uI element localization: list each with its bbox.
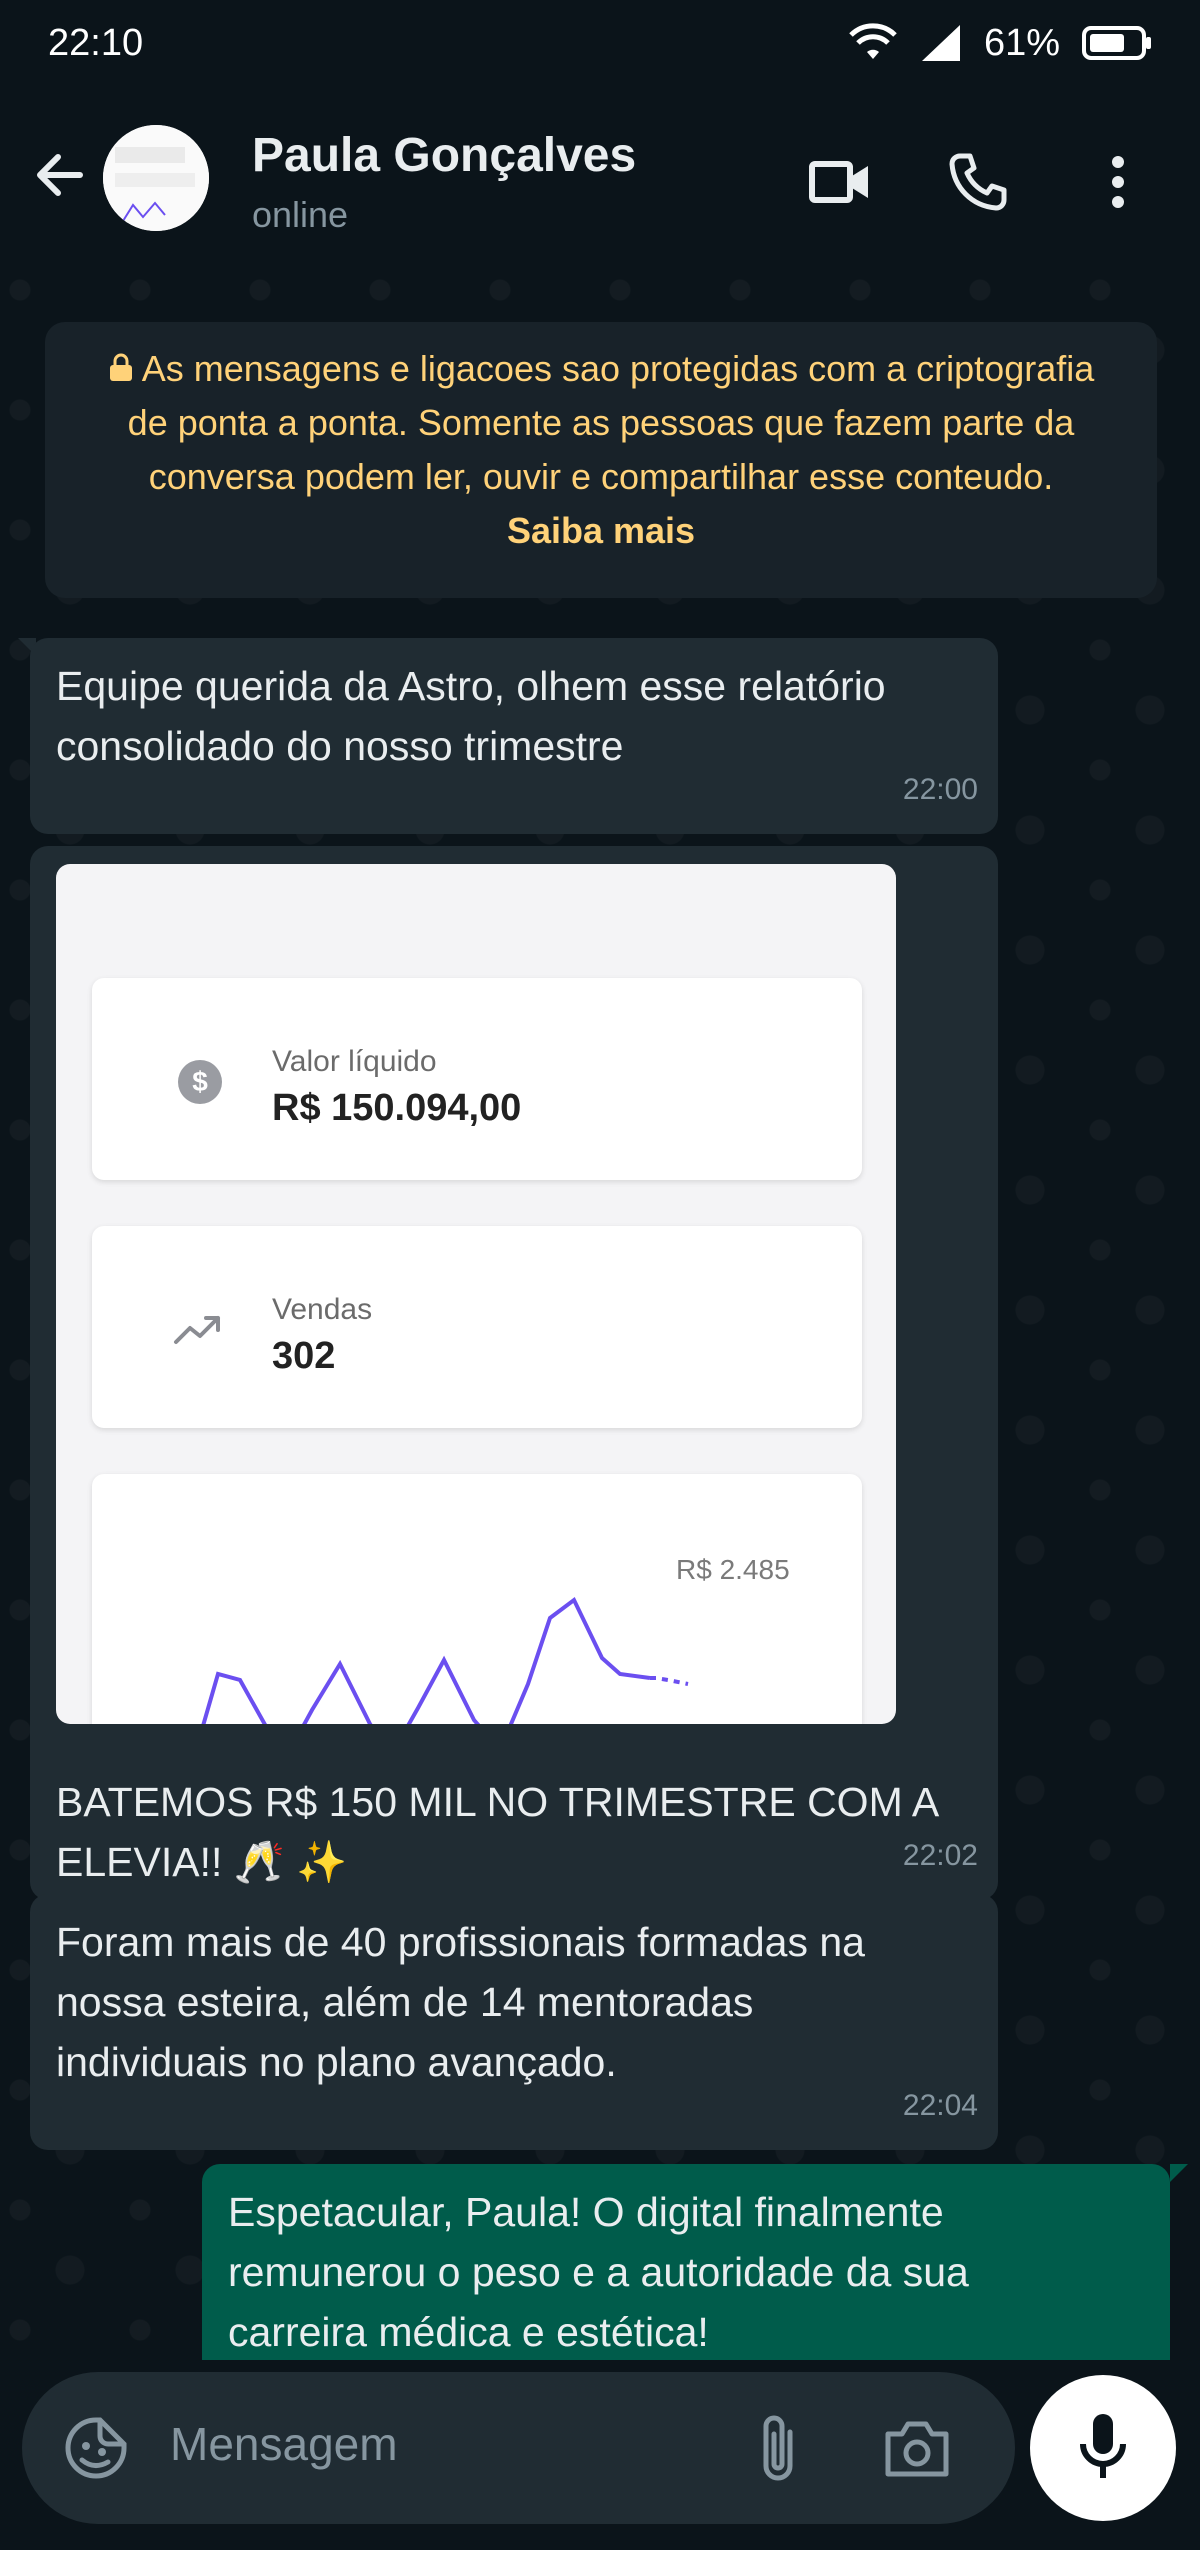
bubble-tail (1170, 2164, 1188, 2182)
battery-icon (1082, 26, 1151, 60)
message-time: 22:04 (902, 2089, 978, 2122)
incoming-image-message[interactable]: $ Valor líquido R$ 150.094,00 Vendas 302… (30, 846, 998, 1900)
sales-count: 302 (272, 1335, 336, 1377)
chat-header: Paula Gonçalves online (0, 90, 1200, 270)
dollar-icon: $ (178, 1060, 222, 1104)
chat-area[interactable]: As mensagens e ligacoes sao protegidas c… (0, 270, 1200, 2360)
lock-icon (109, 353, 132, 381)
sticker-icon[interactable] (62, 2414, 130, 2482)
message-text: Espetacular, Paula! O digital finalmente… (228, 2189, 969, 2355)
status-time: 22:10 (48, 22, 144, 64)
message-time: 22:00 (902, 773, 978, 806)
microphone-icon (1080, 2414, 1126, 2478)
wifi-icon (849, 23, 897, 59)
message-text: Equipe querida da Astro, olhem esse rela… (56, 663, 886, 769)
contact-name[interactable]: Paula Gonçalves (252, 128, 636, 183)
shared-image[interactable]: $ Valor líquido R$ 150.094,00 Vendas 302… (56, 864, 896, 1724)
video-call-icon[interactable] (808, 150, 872, 214)
avatar[interactable] (103, 125, 209, 231)
net-value-amount: R$ 150.094,00 (272, 1087, 522, 1129)
trending-up-icon (174, 1316, 220, 1344)
encryption-text: As mensagens e ligacoes sao protegidas c… (127, 348, 1095, 497)
outgoing-message[interactable]: Espetacular, Paula! O digital finalmente… (202, 2164, 1170, 2360)
sales-card: Vendas 302 (92, 1226, 862, 1428)
voice-call-icon[interactable] (946, 150, 1010, 214)
image-caption: BATEMOS R$ 150 MIL NO TRIMESTRE COM A EL… (56, 1779, 940, 1885)
message-input[interactable]: Mensagem (170, 2417, 398, 2471)
incoming-message[interactable]: Foram mais de 40 profissionais formadas … (30, 1894, 998, 2150)
message-text: Foram mais de 40 profissionais formadas … (56, 1919, 865, 2085)
status-bar: 22:10 61% (0, 0, 1200, 90)
svg-text:$: $ (192, 1066, 208, 1097)
revenue-chart-card: R$ 2.485 (92, 1474, 862, 1724)
mic-button[interactable] (1030, 2375, 1176, 2521)
status-icons: 61% (848, 18, 1152, 68)
attach-icon[interactable] (752, 2410, 808, 2486)
learn-more-link[interactable]: Saiba mais (507, 510, 695, 551)
contact-status: online (252, 194, 349, 235)
incoming-message[interactable]: Equipe querida da Astro, olhem esse rela… (30, 638, 998, 834)
message-input-bar[interactable]: Mensagem (22, 2372, 1015, 2524)
back-arrow-icon[interactable] (30, 145, 90, 205)
encryption-notice[interactable]: As mensagens e ligacoes sao protegidas c… (45, 322, 1157, 598)
revenue-line-chart (201, 1596, 689, 1724)
camera-icon[interactable] (884, 2418, 950, 2478)
avatar-thumbnail-icon (103, 125, 209, 231)
more-options-icon[interactable] (1086, 150, 1150, 214)
signal-icon (921, 25, 960, 61)
net-value-card: $ Valor líquido R$ 150.094,00 (92, 978, 862, 1180)
battery-percent: 61% (983, 21, 1060, 64)
message-time: 22:02 (902, 1839, 978, 1872)
